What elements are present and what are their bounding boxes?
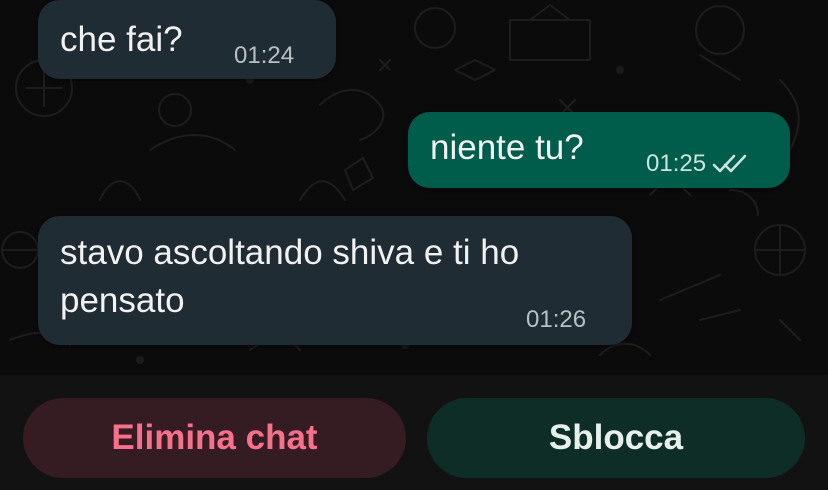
message-text-line-2: pensato xyxy=(60,281,185,320)
message-timestamp: 01:25 xyxy=(646,150,707,177)
blocked-contact-action-bar: Elimina chat Sblocca xyxy=(0,375,828,490)
message-text: niente tu? xyxy=(430,128,584,167)
message-time: 01:26 xyxy=(526,306,586,334)
message-timestamp: 01:26 xyxy=(526,306,587,333)
message-bubble-incoming[interactable]: che fai? 01:24 xyxy=(38,0,336,79)
message-text-line-1: stavo ascoltando shiva e ti ho xyxy=(60,233,520,272)
chat-screen: che fai? 01:24 niente tu? 01:25 stavo as… xyxy=(0,0,828,490)
message-time-and-status: 01:25 xyxy=(646,150,750,178)
unblock-button[interactable]: Sblocca xyxy=(427,398,805,478)
double-check-icon xyxy=(712,152,750,176)
message-timestamp: 01:24 xyxy=(234,42,295,69)
message-bubble-outgoing[interactable]: niente tu? 01:25 xyxy=(408,112,790,188)
message-list[interactable]: che fai? 01:24 niente tu? 01:25 stavo as… xyxy=(0,0,828,375)
message-text: che fai? xyxy=(60,20,183,59)
delete-chat-button[interactable]: Elimina chat xyxy=(23,398,406,478)
message-bubble-incoming[interactable]: stavo ascoltando shiva e ti ho pensato 0… xyxy=(38,216,632,345)
message-time: 01:24 xyxy=(234,42,294,70)
